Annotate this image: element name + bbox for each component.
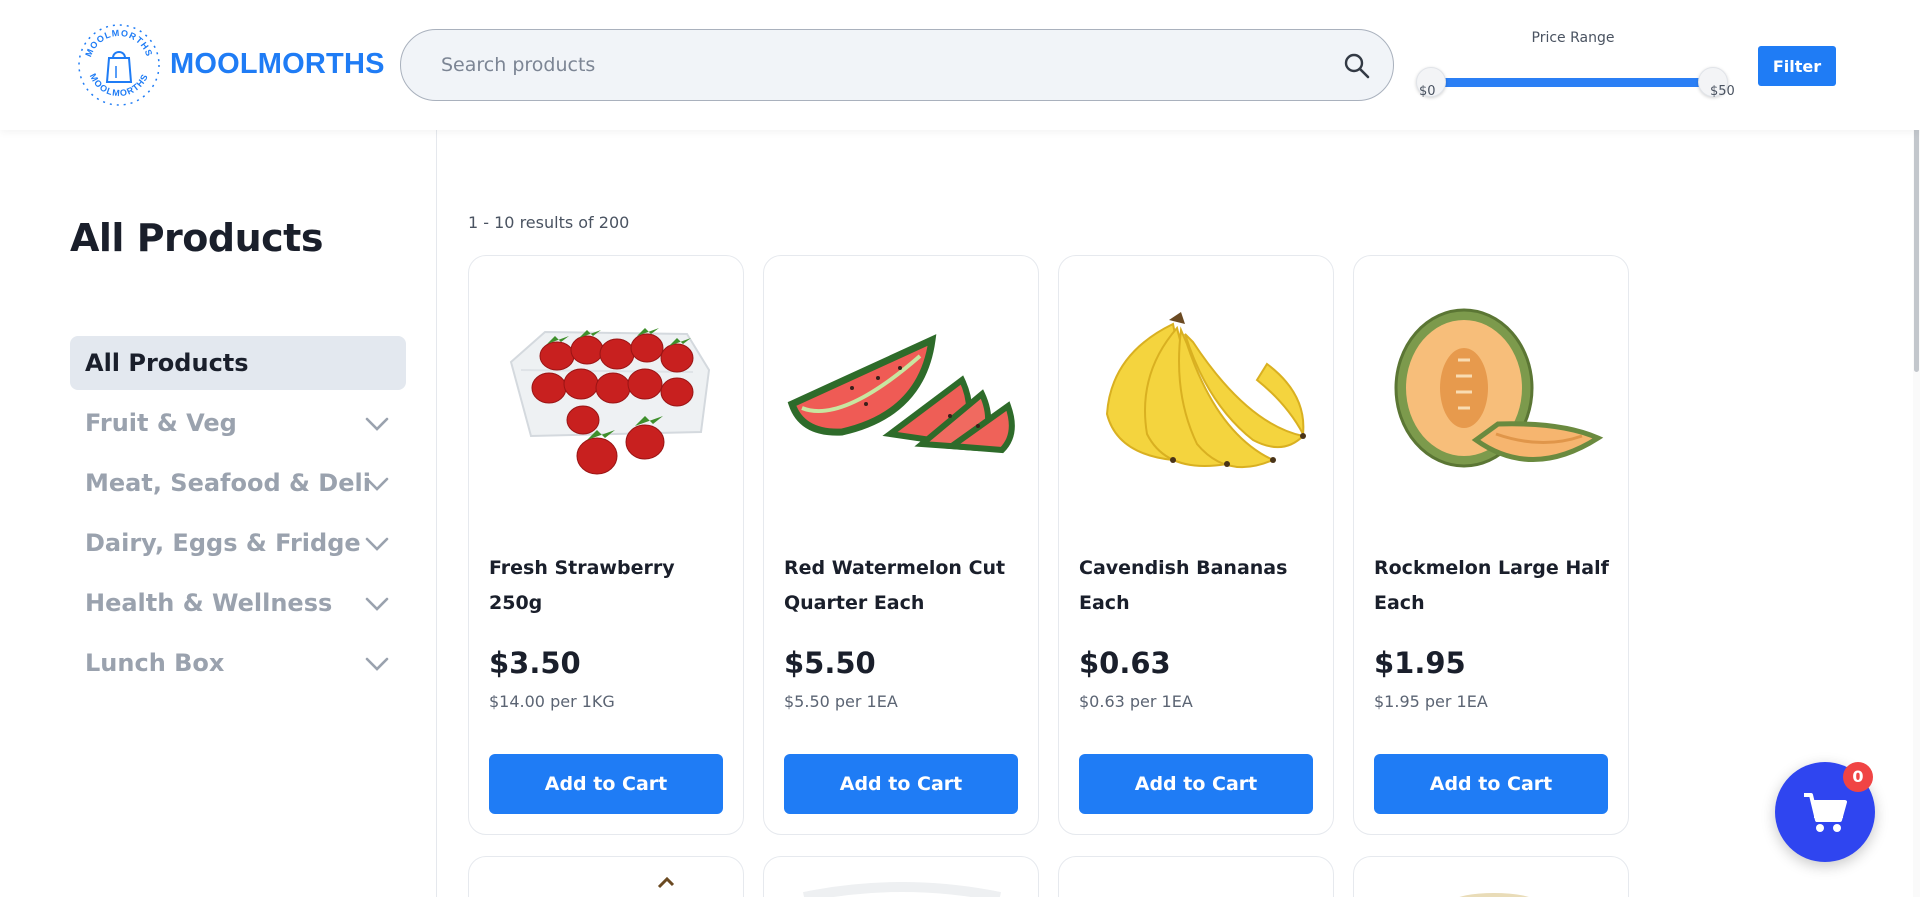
product-card[interactable]: Red Watermelon Cut Quarter Each $5.50 $5… — [763, 255, 1039, 835]
product-image-partial — [803, 882, 1001, 897]
search-input[interactable] — [441, 30, 1321, 100]
search-bar — [400, 29, 1394, 101]
product-unit-price: $5.50 per 1EA — [784, 692, 898, 711]
price-min-label: $0 — [1419, 84, 1436, 99]
chevron-down-icon[interactable] — [364, 413, 390, 435]
product-name[interactable]: Red Watermelon Cut Quarter Each — [784, 548, 1024, 624]
cart-button[interactable]: 0 — [1775, 762, 1875, 862]
product-unit-price: $14.00 per 1KG — [489, 692, 615, 711]
sidebar-item-label: All Products — [85, 349, 249, 377]
chevron-down-icon[interactable] — [364, 533, 390, 555]
sidebar-item-label: Health & Wellness — [85, 589, 333, 617]
price-range-track[interactable] — [1430, 78, 1720, 87]
add-to-cart-button[interactable]: Add to Cart — [489, 754, 723, 814]
add-to-cart-button[interactable]: Add to Cart — [1079, 754, 1313, 814]
product-image-partial — [1459, 893, 1529, 897]
filter-button[interactable]: Filter — [1758, 46, 1836, 86]
svg-text:MOOLMORTHS: MOOLMORTHS — [88, 72, 150, 98]
product-card[interactable] — [1058, 856, 1334, 897]
product-card[interactable]: Cavendish Bananas Each $0.63 $0.63 per 1… — [1058, 255, 1334, 835]
category-sidebar: All Products All Products Fruit & Veg Me… — [0, 130, 437, 897]
sidebar-item-all-products[interactable]: All Products — [70, 336, 406, 390]
sidebar-item-label: Dairy, Eggs & Fridge — [85, 529, 361, 557]
rockmelon-image[interactable] — [1372, 284, 1612, 504]
brand-logo[interactable]: MOOLMORTHS MOOLMORTHS — [76, 22, 162, 108]
logo-ring-icon: MOOLMORTHS MOOLMORTHS — [78, 24, 160, 106]
product-card[interactable] — [763, 856, 1039, 897]
search-icon[interactable] — [1343, 52, 1371, 80]
product-card[interactable] — [1353, 856, 1629, 897]
sidebar-item-lunch-box[interactable]: Lunch Box — [70, 636, 406, 690]
add-to-cart-button[interactable]: Add to Cart — [784, 754, 1018, 814]
product-card[interactable]: Fresh Strawberry 250g $3.50 $14.00 per 1… — [468, 255, 744, 835]
price-range-title: Price Range — [1531, 30, 1615, 46]
page-title: All Products — [70, 216, 323, 260]
product-price: $3.50 — [489, 646, 581, 680]
price-max-label: $50 — [1710, 84, 1735, 99]
price-range-filter: Price Range $0 $50 — [1408, 18, 1738, 108]
product-price: $5.50 — [784, 646, 876, 680]
results-count: 1 - 10 results of 200 — [468, 213, 630, 232]
sidebar-item-dairy-eggs-fridge[interactable]: Dairy, Eggs & Fridge — [70, 516, 406, 570]
add-to-cart-button[interactable]: Add to Cart — [1374, 754, 1608, 814]
sidebar-item-fruit-veg[interactable]: Fruit & Veg — [70, 396, 406, 450]
svg-text:MOOLMORTHS: MOOLMORTHS — [83, 28, 154, 59]
product-price: $0.63 — [1079, 646, 1171, 680]
banana-image[interactable] — [1077, 284, 1317, 504]
brand-name[interactable]: MOOLMORTHS — [170, 48, 385, 81]
chevron-down-icon[interactable] — [364, 473, 390, 495]
shopping-cart-icon — [1804, 793, 1847, 832]
product-name[interactable]: Cavendish Bananas Each — [1079, 548, 1319, 624]
product-card[interactable]: Rockmelon Large Half Each $1.95 $1.95 pe… — [1353, 255, 1629, 835]
product-price: $1.95 — [1374, 646, 1466, 680]
sidebar-item-meat-seafood-deli[interactable]: Meat, Seafood & Deli — [70, 456, 406, 510]
product-unit-price: $1.95 per 1EA — [1374, 692, 1488, 711]
product-card[interactable] — [468, 856, 744, 897]
strawberry-image[interactable] — [487, 284, 727, 504]
product-name[interactable]: Fresh Strawberry 250g — [489, 548, 729, 624]
sidebar-item-label: Meat, Seafood & Deli — [85, 469, 371, 497]
chevron-down-icon[interactable] — [364, 593, 390, 615]
chevron-down-icon[interactable] — [364, 653, 390, 675]
sidebar-item-label: Fruit & Veg — [85, 409, 237, 437]
top-header: MOOLMORTHS MOOLMORTHS MOOLMORTHS Price R… — [0, 0, 1920, 130]
watermelon-image[interactable] — [782, 284, 1022, 504]
product-image-partial — [657, 876, 675, 889]
sidebar-item-label: Lunch Box — [85, 649, 225, 677]
product-unit-price: $0.63 per 1EA — [1079, 692, 1193, 711]
sidebar-item-health-wellness[interactable]: Health & Wellness — [70, 576, 406, 630]
cart-count-badge: 0 — [1843, 762, 1873, 792]
product-name[interactable]: Rockmelon Large Half Each — [1374, 548, 1614, 624]
